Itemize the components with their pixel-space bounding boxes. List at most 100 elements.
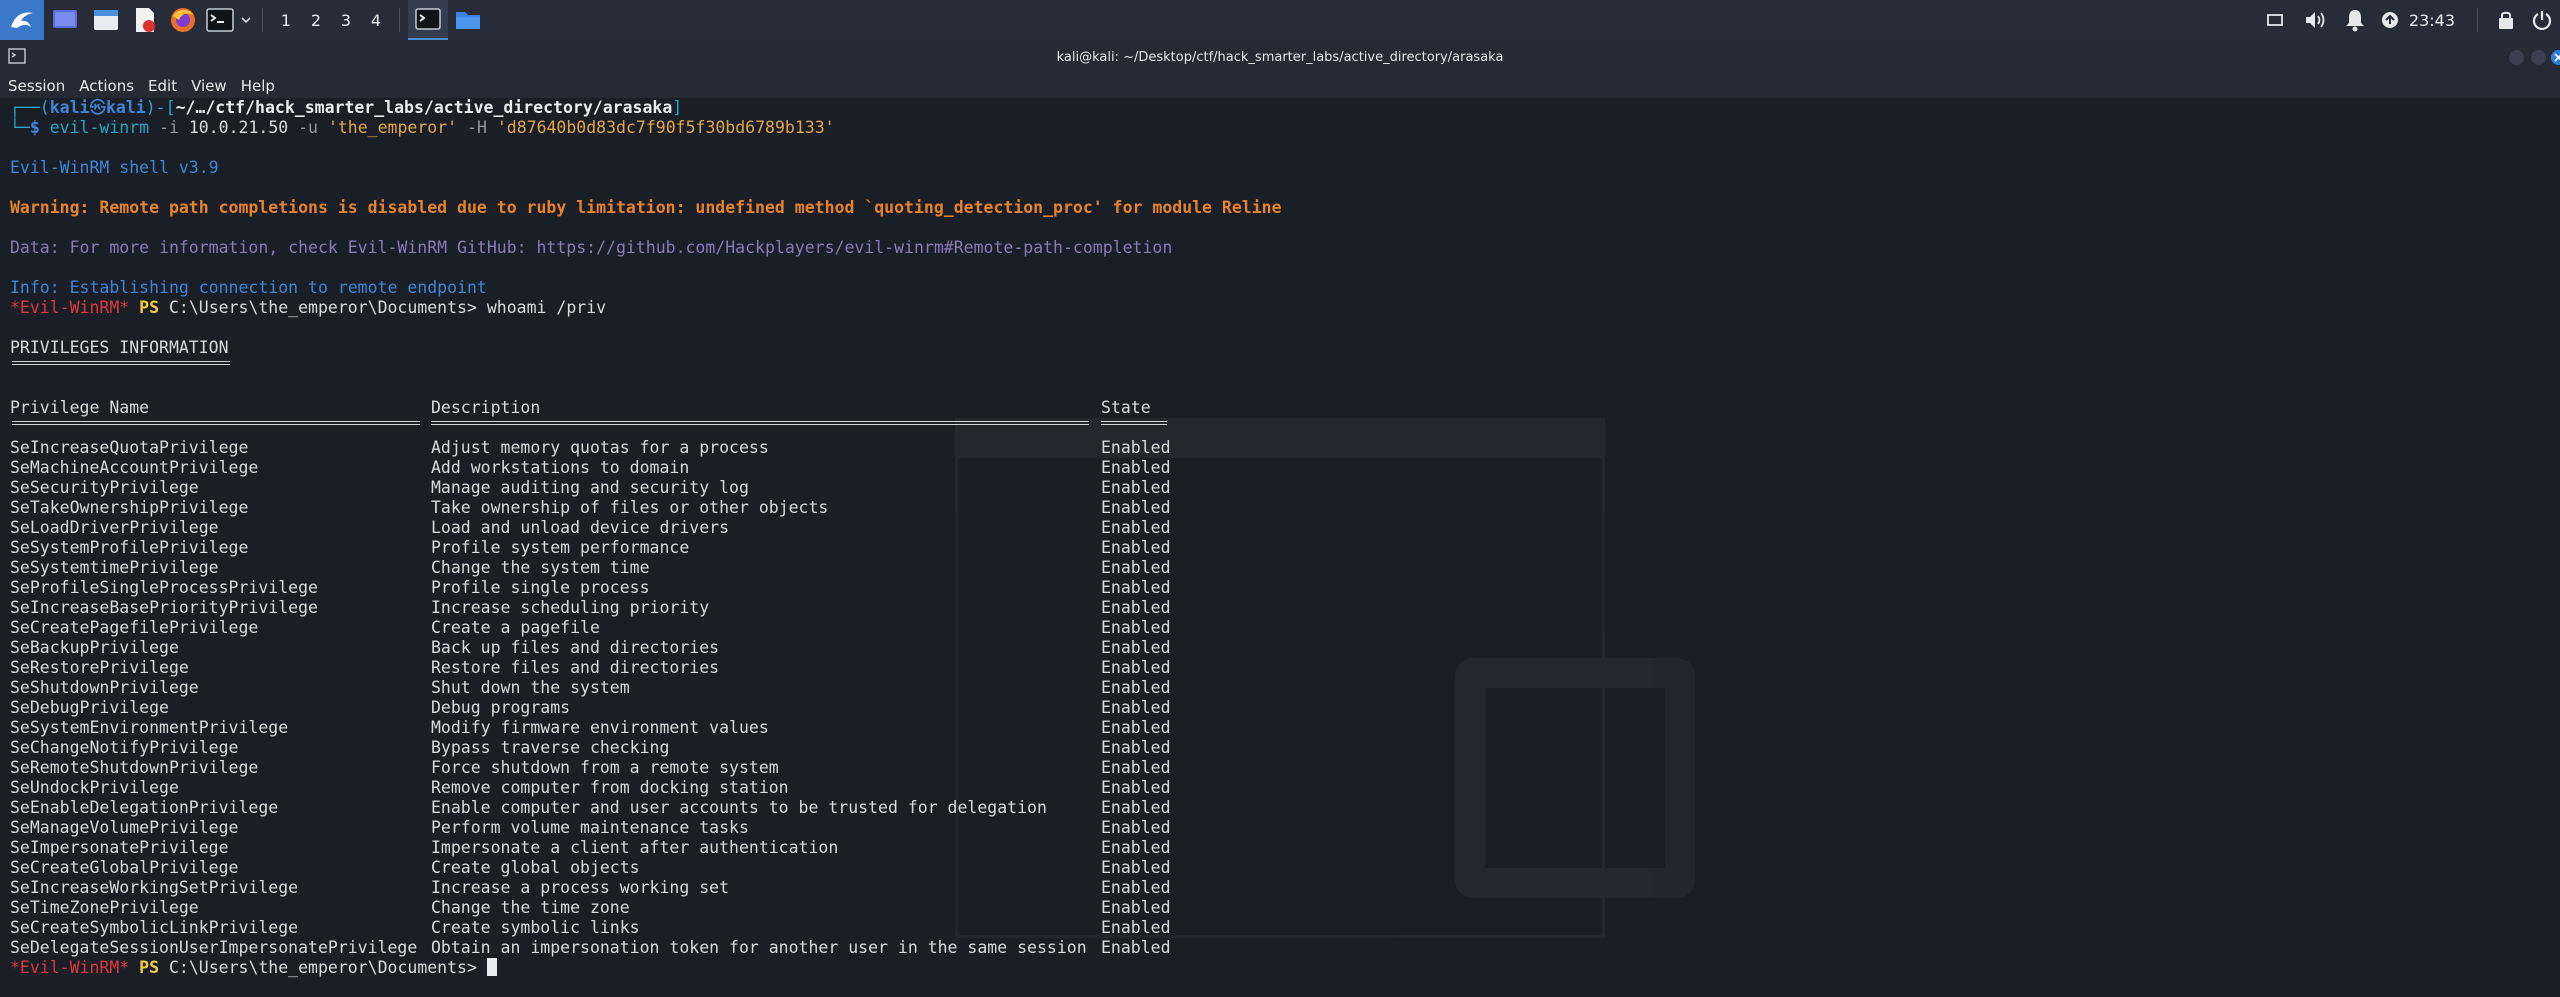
table-row: SeUndockPrivilege Remove computer from do…: [0, 778, 1200, 798]
menu-edit[interactable]: Edit: [148, 77, 177, 95]
privilege-name: SeChangeNotifyPrivilege: [10, 738, 239, 757]
menu-view[interactable]: View: [191, 77, 227, 95]
privilege-state: Enabled: [1101, 838, 1171, 857]
menu-actions[interactable]: Actions: [79, 77, 134, 95]
ps-tag: *Evil-WinRM*: [10, 958, 130, 977]
kali-menu-icon[interactable]: [0, 0, 44, 40]
menu-help[interactable]: Help: [241, 77, 275, 95]
privilege-description: Shut down the system: [431, 678, 630, 697]
power-icon[interactable]: [2524, 0, 2560, 40]
privilege-state: Enabled: [1101, 738, 1171, 757]
privilege-name: SeCreatePagefilePrivilege: [10, 618, 259, 637]
info-line: Info: Establishing connection to remote …: [10, 278, 487, 297]
privilege-description: Force shutdown from a remote system: [431, 758, 779, 777]
table-row: SeBackupPrivilege Back up files and direc…: [0, 638, 1200, 658]
ps-path: C:\Users\the_emperor\Documents>: [168, 958, 487, 977]
privilege-name: SeManageVolumePrivilege: [10, 818, 239, 837]
header-state: State: [1101, 398, 1151, 417]
privilege-name: SeSystemtimePrivilege: [10, 558, 219, 577]
window-title: kali@kali: ~/Desktop/ctf/hack_smarter_la…: [1056, 49, 1504, 65]
table-row: SeTakeOwnershipPrivilege Take ownership o…: [0, 498, 1200, 518]
privilege-state: Enabled: [1101, 758, 1171, 777]
privilege-name: SeEnableDelegationPrivilege: [10, 798, 279, 817]
prompt-host: kali: [106, 98, 146, 117]
firefox-icon[interactable]: [164, 0, 202, 40]
desktop-icon[interactable]: [44, 0, 86, 40]
privilege-description: Bypass traverse checking: [431, 738, 670, 757]
notifications-icon[interactable]: [2335, 0, 2375, 40]
privilege-state: Enabled: [1101, 578, 1171, 597]
privilege-description: Take ownership of files or other objects: [431, 498, 829, 517]
table-row: SeCreateGlobalPrivilege Create global obj…: [0, 858, 1200, 878]
command-option: -H: [457, 118, 497, 137]
privilege-description: Change the time zone: [431, 898, 630, 917]
command-name: evil-winrm: [49, 118, 150, 137]
screen-icon[interactable]: [2255, 0, 2295, 40]
close-button[interactable]: [2551, 50, 2560, 65]
privilege-name: SeSystemProfilePrivilege: [10, 538, 249, 557]
privilege-description: Debug programs: [431, 698, 571, 717]
warning-line: Warning: Remote path completions is disa…: [10, 198, 1282, 217]
privilege-name: SeRemoteShutdownPrivilege: [10, 758, 259, 777]
maximize-button[interactable]: [2531, 50, 2546, 65]
section-title: PRIVILEGES INFORMATION: [10, 338, 229, 357]
privilege-name: SeImpersonatePrivilege: [10, 838, 229, 857]
privilege-state: Enabled: [1101, 678, 1171, 697]
table-row: SeCreatePagefilePrivilege Create a pagefi…: [0, 618, 1200, 638]
workspace-1[interactable]: 1: [271, 0, 301, 40]
privilege-state: Enabled: [1101, 618, 1171, 637]
privilege-name: SeSystemEnvironmentPrivilege: [10, 718, 289, 737]
privilege-state: Enabled: [1101, 818, 1171, 837]
privilege-description: Add workstations to domain: [431, 458, 690, 477]
privilege-description: Restore files and directories: [431, 658, 720, 677]
privilege-name: SeUndockPrivilege: [10, 778, 179, 797]
privilege-description: Profile system performance: [431, 538, 690, 557]
window-titlebar[interactable]: kali@kali: ~/Desktop/ctf/hack_smarter_la…: [0, 40, 2560, 74]
privilege-name: SeProfileSingleProcessPrivilege: [10, 578, 318, 597]
terminal-icon[interactable]: [202, 0, 238, 40]
table-row: SeEnableDelegationPrivilege Enable comput…: [0, 798, 1200, 818]
terminal-window: kali@kali: ~/Desktop/ctf/hack_smarter_la…: [0, 40, 2560, 997]
workspace-3[interactable]: 3: [331, 0, 361, 40]
privilege-state: Enabled: [1101, 858, 1171, 877]
prompt-corner-bottom: └─: [10, 118, 30, 137]
ps-prompt-final: *Evil-WinRM* PS C:\Users\the_emperor\Doc…: [10, 958, 497, 978]
taskbar: 1 2 3 4 23:43: [0, 0, 2560, 40]
menu-session[interactable]: Session: [8, 77, 65, 95]
close-icon: [2554, 53, 2560, 62]
table-row: SeSecurityPrivilege Manage auditing and s…: [0, 478, 1200, 498]
table-row: SeRestorePrivilege Restore files and dire…: [0, 658, 1200, 678]
folder-icon[interactable]: [448, 0, 488, 40]
prompt-bracket: )-[: [145, 98, 176, 117]
terminal-output[interactable]: ┌──(kali㉿kali)-[~/…/ctf/hack_smarter_lab…: [0, 98, 2560, 997]
ps-label: PS: [129, 958, 169, 977]
workspace-4[interactable]: 4: [361, 0, 391, 40]
lock-icon[interactable]: [2488, 0, 2524, 40]
table-row: SeDelegateSessionUserImpersonatePrivileg…: [0, 938, 1200, 958]
table-row: SeIncreaseQuotaPrivilege Adjust memory qu…: [0, 438, 1200, 458]
privilege-name: SeLoadDriverPrivilege: [10, 518, 219, 537]
privilege-description: Remove computer from docking station: [431, 778, 789, 797]
privilege-state: Enabled: [1101, 878, 1171, 897]
prompt-path: ~/…/ctf/hack_smarter_labs/active_directo…: [175, 98, 673, 117]
table-row: SeLoadDriverPrivilege Load and unload dev…: [0, 518, 1200, 538]
header-description-rule: [431, 421, 1089, 425]
text-editor-icon[interactable]: [126, 0, 164, 40]
terminal-window-icon[interactable]: [408, 0, 448, 40]
privilege-name: SeMachineAccountPrivilege: [10, 458, 259, 477]
minimize-button[interactable]: [2509, 50, 2524, 65]
dropdown-chevron-icon[interactable]: [238, 0, 254, 40]
volume-icon[interactable]: [2295, 0, 2335, 40]
privilege-name: SeCreateGlobalPrivilege: [10, 858, 239, 877]
clock[interactable]: 23:43: [2405, 11, 2467, 30]
privilege-state: Enabled: [1101, 498, 1171, 517]
command-hash-arg: 'd87640b0d83dc7f90f5f30bd6789b133': [496, 118, 835, 137]
privilege-state: Enabled: [1101, 538, 1171, 557]
header-description: Description: [431, 398, 541, 417]
file-manager-icon[interactable]: [86, 0, 126, 40]
header-name-rule: [12, 421, 420, 425]
workspace-2[interactable]: 2: [301, 0, 331, 40]
privilege-name: SeTakeOwnershipPrivilege: [10, 498, 249, 517]
network-icon[interactable]: [2375, 0, 2405, 40]
privilege-description: Back up files and directories: [431, 638, 720, 657]
